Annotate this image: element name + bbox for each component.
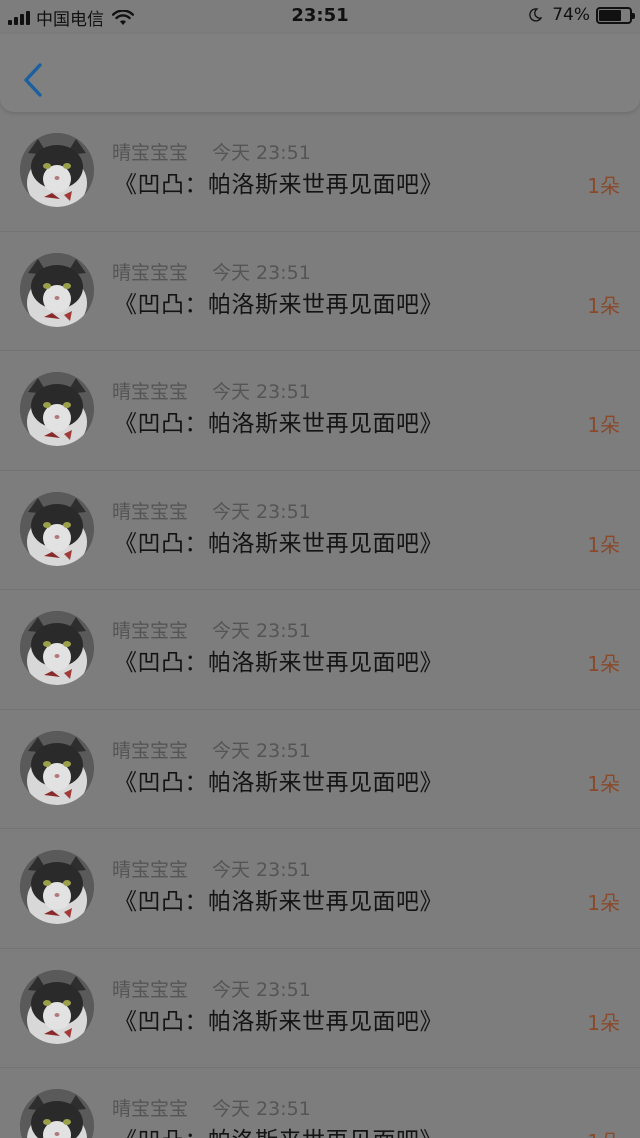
- cat-avatar-icon: [20, 850, 94, 924]
- item-timestamp: 今天 23:51: [212, 142, 311, 164]
- cat-avatar-icon: [20, 611, 94, 685]
- flower-count: 1朵: [587, 413, 620, 437]
- item-timestamp: 今天 23:51: [212, 381, 311, 403]
- sender-name: 晴宝宝宝: [112, 500, 189, 523]
- avatar[interactable]: [20, 252, 94, 327]
- sender-name: 晴宝宝宝: [112, 381, 189, 403]
- item-timestamp: 今天 23:51: [212, 500, 311, 523]
- flower-count: 1朵: [587, 771, 620, 796]
- battery-icon: [596, 6, 635, 24]
- item-timestamp: 今天 23:51: [212, 1098, 311, 1120]
- avatar[interactable]: [20, 730, 94, 805]
- item-timestamp: 今天 23:51: [212, 739, 311, 762]
- sender-name: 晴宝宝宝: [112, 142, 189, 164]
- list-item[interactable]: 晴宝宝宝 今天 23:51 《凹凸：帕洛斯来世再见面吧》 1朵: [0, 351, 640, 471]
- avatar[interactable]: [20, 611, 94, 685]
- avatar[interactable]: [20, 969, 94, 1044]
- cat-avatar-icon: [20, 252, 94, 327]
- flower-count: 1朵: [587, 1010, 620, 1035]
- battery-cap: [632, 12, 635, 19]
- list-item[interactable]: 晴宝宝宝 今天 23:51 《凹凸：帕洛斯来世再见面吧》 1朵: [0, 710, 640, 829]
- list-item[interactable]: 晴宝宝宝 今天 23:51 《凹凸：帕洛斯来世再见面吧》 1朵: [0, 471, 640, 590]
- avatar[interactable]: [20, 1089, 94, 1138]
- item-title[interactable]: 《凹凸：帕洛斯来世再见面吧》: [114, 165, 443, 199]
- avatar[interactable]: [20, 372, 94, 446]
- avatar[interactable]: [20, 850, 94, 924]
- list-item[interactable]: 晴宝宝宝 今天 23:51 《凹凸：帕洛斯来世再见面吧》 1朵: [0, 590, 640, 710]
- flower-count: 1朵: [587, 652, 620, 676]
- list-item[interactable]: 晴宝宝宝 今天 23:51 《凹凸：帕洛斯来世再见面吧》 1朵: [0, 949, 640, 1068]
- cat-avatar-icon: [20, 491, 94, 566]
- status-right: 74%: [528, 5, 635, 25]
- sender-name: 晴宝宝宝: [112, 620, 189, 642]
- flower-count: 1朵: [587, 532, 620, 557]
- status-bar: 中国电信 23:51 74%: [0, 0, 640, 34]
- nav-bar: [0, 34, 640, 112]
- flower-count: 1朵: [587, 891, 620, 915]
- item-title[interactable]: 《凹凸：帕洛斯来世再见面吧》: [114, 1121, 443, 1138]
- chevron-left-icon: [24, 63, 42, 97]
- sender-name: 晴宝宝宝: [112, 739, 189, 762]
- back-button[interactable]: [20, 62, 46, 98]
- item-timestamp: 今天 23:51: [212, 261, 311, 284]
- list-item[interactable]: 晴宝宝宝 今天 23:51 《凹凸：帕洛斯来世再见面吧》 1朵: [0, 232, 640, 351]
- cat-avatar-icon: [20, 1089, 94, 1138]
- moon-icon: [529, 8, 543, 22]
- flower-count: 1朵: [587, 293, 620, 318]
- item-title[interactable]: 《凹凸：帕洛斯来世再见面吧》: [114, 882, 443, 916]
- sender-name: 晴宝宝宝: [112, 859, 189, 881]
- item-timestamp: 今天 23:51: [212, 978, 311, 1001]
- flower-count: 1朵: [587, 1126, 620, 1138]
- list-item[interactable]: 晴宝宝宝 今天 23:51 《凹凸：帕洛斯来世再见面吧》 1朵: [0, 1068, 640, 1138]
- sender-name: 晴宝宝宝: [112, 1098, 189, 1120]
- avatar[interactable]: [20, 133, 94, 207]
- item-timestamp: 今天 23:51: [212, 620, 311, 642]
- avatar[interactable]: [20, 491, 94, 566]
- battery-percent: 74%: [552, 5, 590, 25]
- cat-avatar-icon: [20, 730, 94, 805]
- item-title[interactable]: 《凹凸：帕洛斯来世再见面吧》: [114, 763, 443, 797]
- message-list: 晴宝宝宝 今天 23:51 《凹凸：帕洛斯来世再见面吧》 1朵 晴宝宝宝 今天 …: [0, 112, 640, 1138]
- battery-fill: [599, 9, 622, 21]
- list-item[interactable]: 晴宝宝宝 今天 23:51 《凹凸：帕洛斯来世再见面吧》 1朵: [0, 829, 640, 949]
- item-title[interactable]: 《凹凸：帕洛斯来世再见面吧》: [114, 404, 443, 438]
- item-timestamp: 今天 23:51: [212, 859, 311, 881]
- item-title[interactable]: 《凹凸：帕洛斯来世再见面吧》: [114, 643, 443, 677]
- item-title[interactable]: 《凹凸：帕洛斯来世再见面吧》: [114, 1002, 443, 1036]
- cat-avatar-icon: [20, 133, 94, 207]
- item-title[interactable]: 《凹凸：帕洛斯来世再见面吧》: [114, 285, 443, 319]
- cat-avatar-icon: [20, 372, 94, 446]
- item-title[interactable]: 《凹凸：帕洛斯来世再见面吧》: [114, 524, 443, 558]
- sender-name: 晴宝宝宝: [112, 978, 189, 1001]
- flower-count: 1朵: [587, 174, 620, 198]
- cat-avatar-icon: [20, 969, 94, 1044]
- sender-name: 晴宝宝宝: [112, 261, 189, 284]
- list-item[interactable]: 晴宝宝宝 今天 23:51 《凹凸：帕洛斯来世再见面吧》 1朵: [0, 112, 640, 232]
- screen: 中国电信 23:51 74% 晴宝宝宝 今天 23:51 《凹凸：帕洛斯来世再见…: [0, 0, 640, 1138]
